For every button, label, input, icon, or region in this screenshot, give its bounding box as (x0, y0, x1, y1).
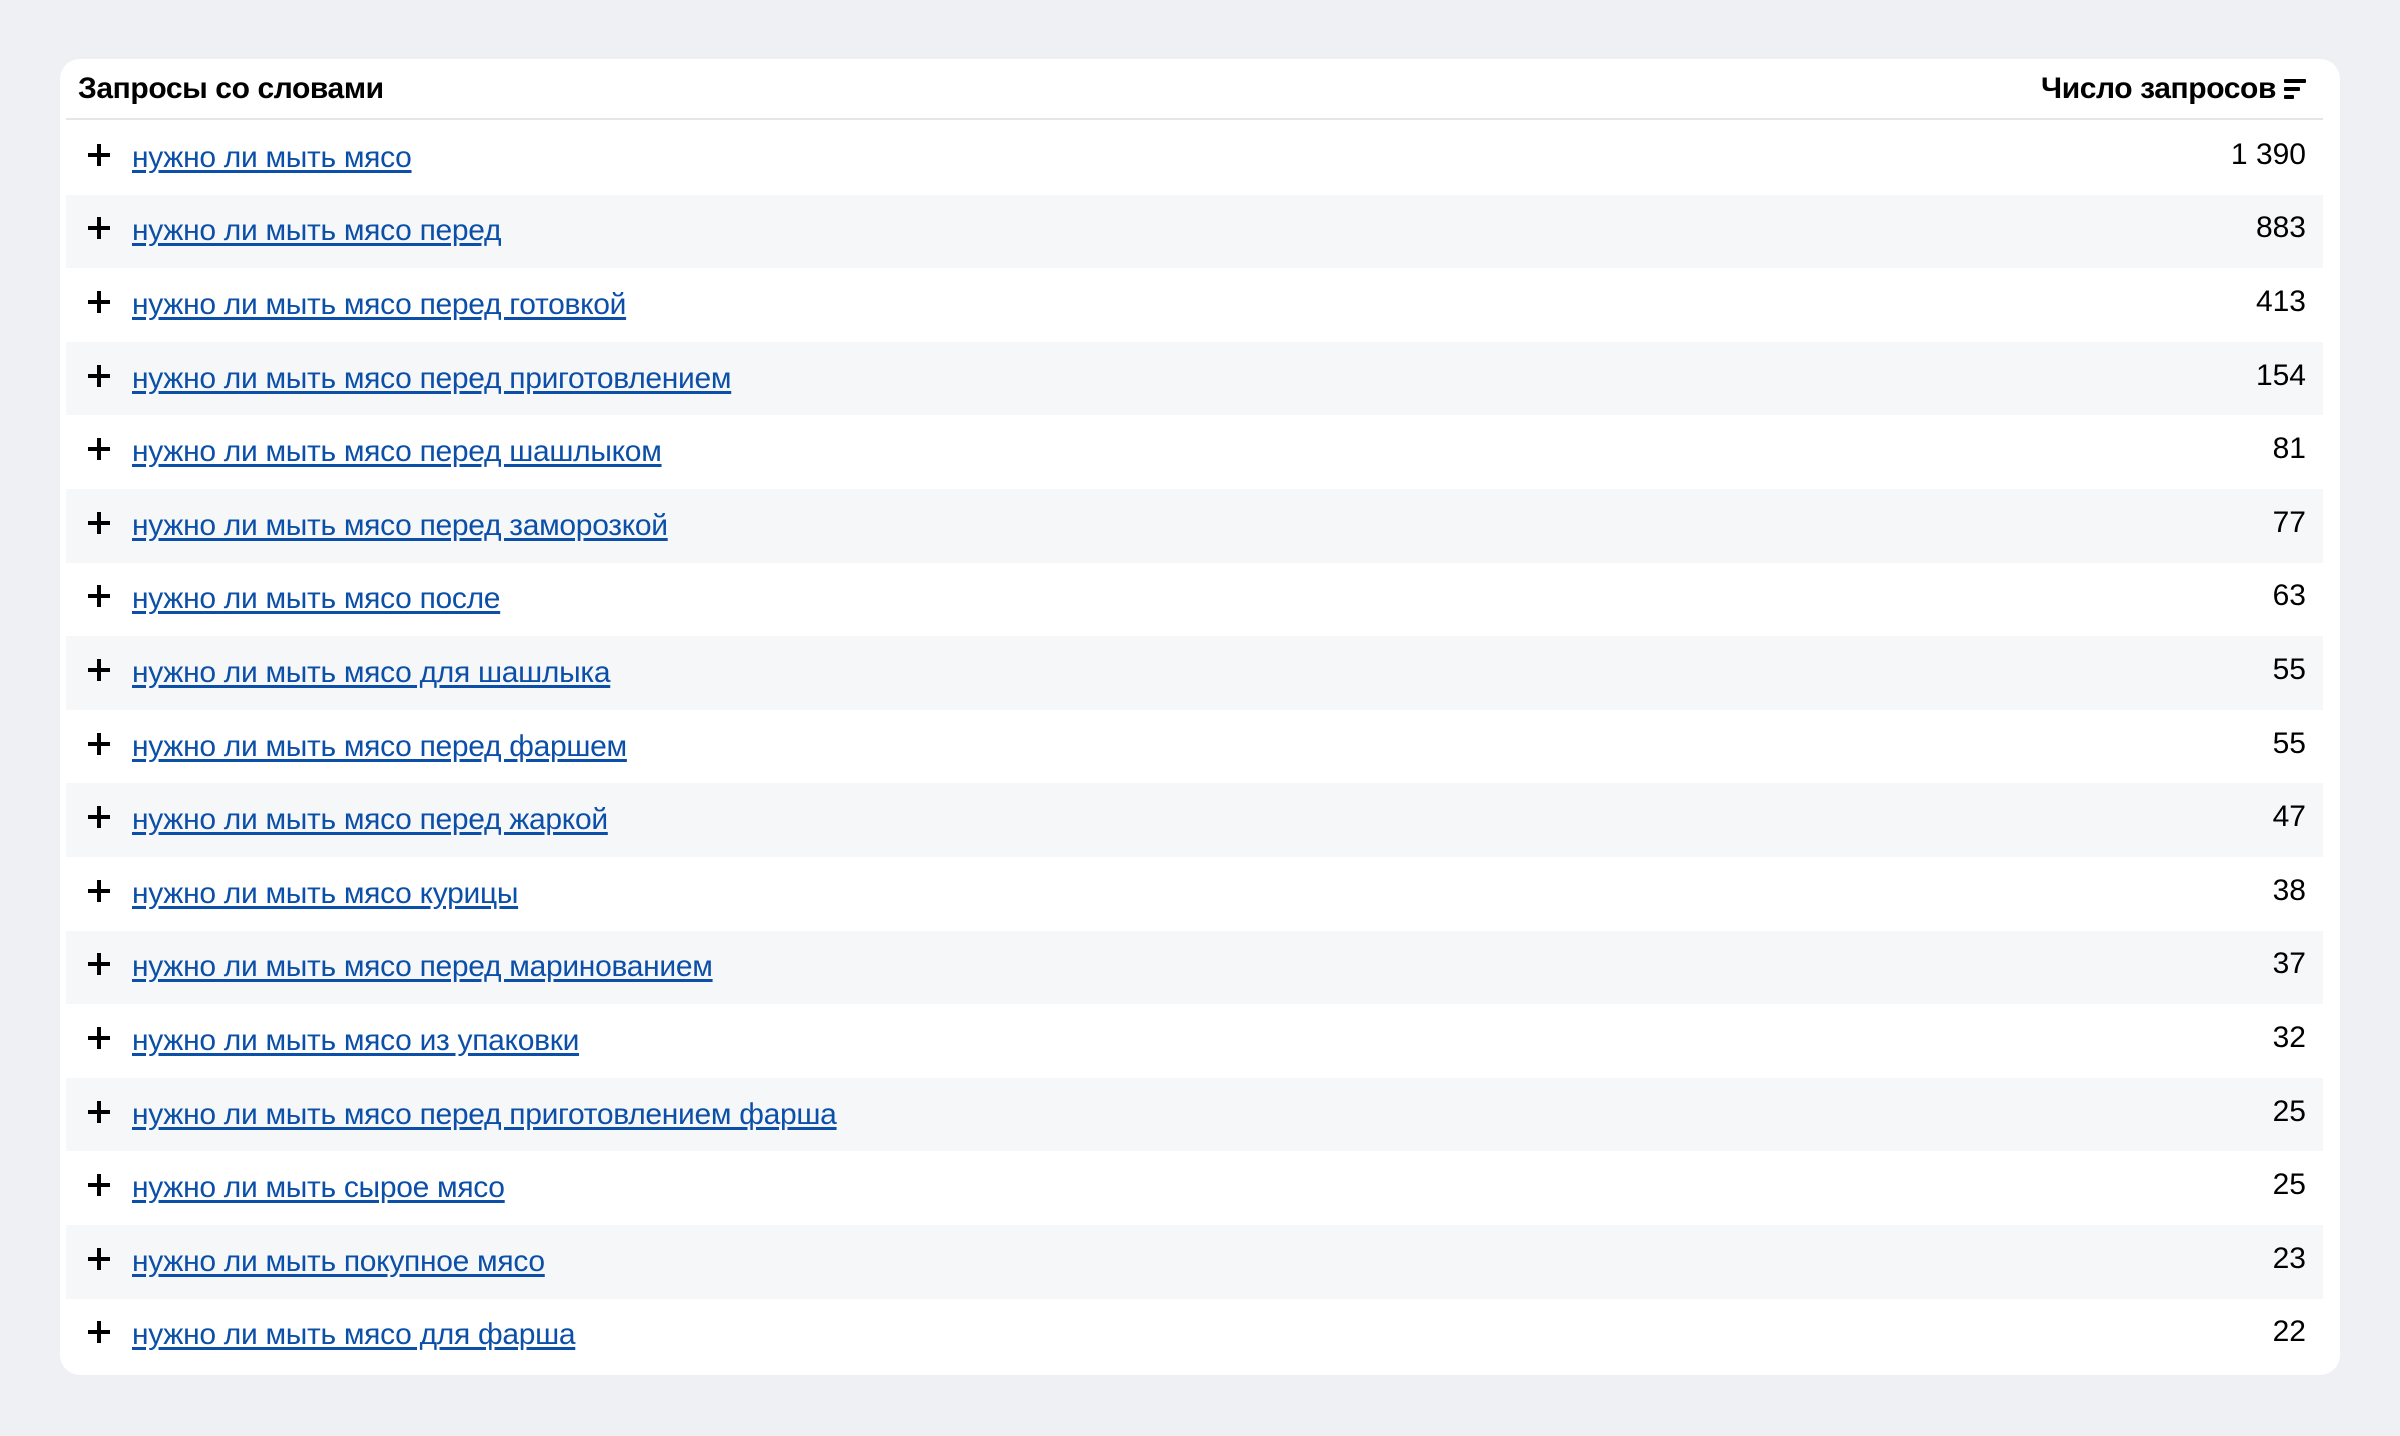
search-phrases-table: Запросы со словами Число запросов нужно … (60, 59, 2340, 1375)
row-phrase-cell: нужно ли мыть мясо перед (88, 214, 502, 248)
phrase-link[interactable]: нужно ли мыть мясо для шашлыка (132, 656, 611, 690)
plus-icon[interactable] (88, 585, 110, 608)
plus-icon[interactable] (88, 511, 110, 534)
table-row: нужно ли мыть мясо перед приготовлением 1… (66, 341, 2323, 416)
row-phrase-cell: нужно ли мыть мясо перед шашлыком (88, 435, 662, 469)
phrase-link[interactable]: нужно ли мыть мясо перед приготовлением (132, 362, 732, 396)
phrase-link[interactable]: нужно ли мыть мясо перед (132, 214, 502, 248)
table-row: нужно ли мыть мясо перед шашлыком 81 (66, 415, 2323, 489)
phrase-link[interactable]: нужно ли мыть мясо перед жаркой (132, 803, 608, 837)
table-row: нужно ли мыть мясо для шашлыка 55 (66, 636, 2323, 710)
plus-icon[interactable] (88, 290, 110, 313)
table-row: нужно ли мыть сырое мясо 25 (66, 1151, 2323, 1225)
phrase-link[interactable]: нужно ли мыть мясо перед фаршем (132, 730, 627, 764)
row-phrase-cell: нужно ли мыть мясо перед маринованием (88, 950, 713, 984)
row-phrase-cell: нужно ли мыть мясо перед жаркой (88, 803, 608, 837)
table-row: нужно ли мыть покупное мясо 23 (66, 1224, 2323, 1299)
plus-icon[interactable] (88, 217, 110, 240)
sort-descending-icon[interactable] (2284, 78, 2306, 100)
table-row: нужно ли мыть мясо перед фаршем 55 (66, 710, 2323, 784)
query-count: 81 (2272, 432, 2306, 466)
row-phrase-cell: нужно ли мыть мясо перед готовкой (88, 288, 626, 322)
plus-icon[interactable] (88, 953, 110, 976)
plus-icon[interactable] (88, 806, 110, 829)
row-phrase-cell: нужно ли мыть мясо после (88, 582, 501, 616)
row-phrase-cell: нужно ли мыть покупное мясо (88, 1245, 545, 1279)
row-phrase-cell: нужно ли мыть сырое мясо (88, 1171, 505, 1205)
plus-icon[interactable] (88, 364, 110, 387)
row-phrase-cell: нужно ли мыть мясо перед заморозкой (88, 509, 668, 543)
plus-icon[interactable] (88, 143, 110, 166)
plus-icon[interactable] (88, 732, 110, 755)
phrase-link[interactable]: нужно ли мыть мясо перед готовкой (132, 288, 626, 322)
table-row: нужно ли мыть мясо перед маринованием 37 (66, 930, 2323, 1005)
phrase-link[interactable]: нужно ли мыть мясо (132, 141, 412, 175)
query-count: 25 (2272, 1168, 2306, 1202)
table-row: нужно ли мыть мясо 1 390 (66, 121, 2323, 195)
phrase-column-header: Запросы со словами (78, 71, 384, 105)
query-count: 22 (2272, 1315, 2306, 1349)
phrase-link[interactable]: нужно ли мыть мясо перед маринованием (132, 950, 713, 984)
query-count: 37 (2272, 947, 2306, 981)
phrase-link[interactable]: нужно ли мыть покупное мясо (132, 1245, 545, 1279)
phrase-link[interactable]: нужно ли мыть мясо из упаковки (132, 1024, 579, 1058)
query-count: 47 (2272, 800, 2306, 834)
query-count: 1 390 (2230, 137, 2306, 171)
table-row: нужно ли мыть мясо перед жаркой 47 (66, 783, 2323, 857)
table-header: Запросы со словами Число запросов (66, 59, 2323, 120)
phrase-link[interactable]: нужно ли мыть мясо перед заморозкой (132, 509, 668, 543)
table-row: нужно ли мыть мясо перед заморозкой 77 (66, 488, 2323, 563)
query-count: 883 (2255, 211, 2306, 245)
table-row: нужно ли мыть мясо после 63 (66, 563, 2323, 637)
phrase-link[interactable]: нужно ли мыть мясо перед шашлыком (132, 435, 662, 469)
query-count: 38 (2272, 873, 2306, 907)
plus-icon[interactable] (88, 1100, 110, 1123)
plus-icon[interactable] (88, 658, 110, 681)
table-row: нужно ли мыть мясо курицы 38 (66, 857, 2323, 931)
table-row: нужно ли мыть мясо из упаковки 32 (66, 1004, 2323, 1078)
query-count: 23 (2272, 1241, 2306, 1275)
query-count: 154 (2255, 358, 2306, 392)
query-count: 55 (2272, 726, 2306, 760)
query-count: 32 (2272, 1020, 2306, 1054)
row-phrase-cell: нужно ли мыть мясо для шашлыка (88, 656, 611, 690)
query-count: 25 (2272, 1094, 2306, 1128)
plus-icon[interactable] (88, 1026, 110, 1049)
query-count: 55 (2272, 652, 2306, 686)
table-row: нужно ли мыть мясо перед приготовлением … (66, 1077, 2323, 1152)
table-row: нужно ли мыть мясо перед готовкой 413 (66, 268, 2323, 342)
row-phrase-cell: нужно ли мыть мясо для фарша (88, 1318, 576, 1352)
phrase-link[interactable]: нужно ли мыть мясо для фарша (132, 1318, 576, 1352)
table-row: нужно ли мыть мясо для фарша 22 (66, 1299, 2323, 1373)
phrase-link[interactable]: нужно ли мыть мясо перед приготовлением … (132, 1098, 837, 1132)
count-column-header-label: Число запросов (2041, 71, 2276, 105)
row-phrase-cell: нужно ли мыть мясо перед приготовлением (88, 362, 732, 396)
plus-icon[interactable] (88, 1247, 110, 1270)
plus-icon[interactable] (88, 1174, 110, 1197)
query-count: 77 (2272, 505, 2306, 539)
query-count: 413 (2255, 284, 2306, 318)
row-phrase-cell: нужно ли мыть мясо курицы (88, 877, 518, 911)
count-column-header[interactable]: Число запросов (2041, 72, 2306, 106)
row-phrase-cell: нужно ли мыть мясо из упаковки (88, 1024, 579, 1058)
plus-icon[interactable] (88, 1321, 110, 1344)
query-count: 63 (2272, 579, 2306, 613)
table-row: нужно ли мыть мясо перед 883 (66, 194, 2323, 269)
row-phrase-cell: нужно ли мыть мясо (88, 141, 412, 175)
phrase-link[interactable]: нужно ли мыть сырое мясо (132, 1171, 505, 1205)
row-phrase-cell: нужно ли мыть мясо перед приготовлением … (88, 1098, 837, 1132)
phrase-link[interactable]: нужно ли мыть мясо после (132, 582, 501, 616)
table-body: нужно ли мыть мясо 1 390 нужно ли мыть мяс… (66, 121, 2323, 1372)
plus-icon[interactable] (88, 879, 110, 902)
phrase-link[interactable]: нужно ли мыть мясо курицы (132, 877, 518, 911)
plus-icon[interactable] (88, 438, 110, 461)
row-phrase-cell: нужно ли мыть мясо перед фаршем (88, 730, 627, 764)
